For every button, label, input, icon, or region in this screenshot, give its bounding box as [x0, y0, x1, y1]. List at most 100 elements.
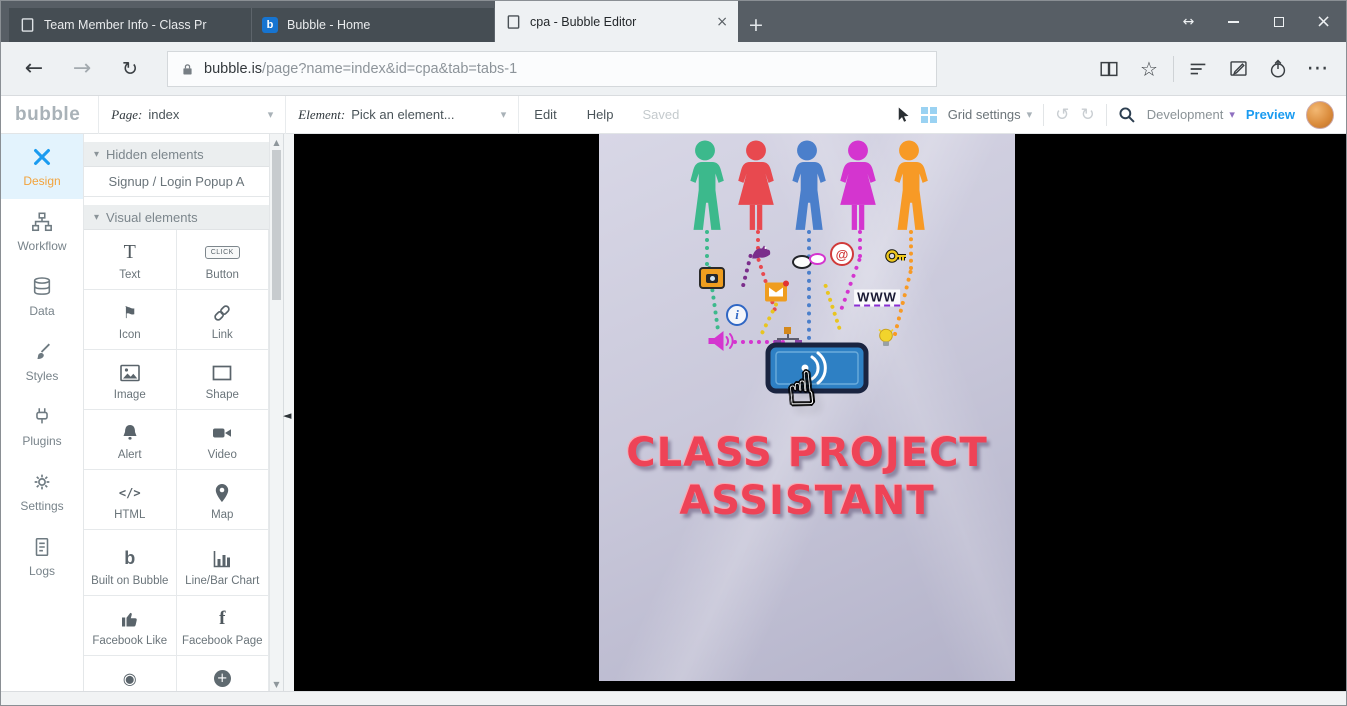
element-tile-facebook-like[interactable]: Facebook Like	[84, 596, 177, 656]
search-icon[interactable]	[1118, 106, 1136, 124]
more-actions-icon[interactable]: ⋯	[1298, 51, 1338, 87]
hub-icon[interactable]	[1178, 51, 1218, 87]
back-button[interactable]: ←	[17, 52, 51, 86]
tab-cpa-bubble-editor[interactable]: cpa - Bubble Editor ×	[495, 1, 738, 42]
poster-title-line2: ASSISTANT	[679, 478, 935, 524]
chevron-down-icon: ▾	[267, 108, 274, 121]
tab-title: Team Member Info - Class Pr	[44, 18, 207, 32]
panel-collapse-handle[interactable]: ◄	[283, 410, 294, 421]
element-tile-map[interactable]: Map	[176, 470, 269, 530]
sidebar-item-design[interactable]: Design	[1, 134, 83, 199]
element-tile-ionic-icon[interactable]: ◉ Ionic Icon	[84, 656, 177, 693]
forward-button[interactable]: →	[65, 52, 99, 86]
ionic-target-icon: ◉	[122, 669, 137, 689]
favorite-star-icon[interactable]: ☆	[1129, 51, 1169, 87]
tab-team-member-info[interactable]: Team Member Info - Class Pr	[9, 8, 252, 42]
sidebar-item-plugins[interactable]: Plugins	[1, 394, 83, 459]
element-tile-html[interactable]: </> HTML	[84, 470, 177, 530]
person-figure-magenta	[835, 140, 881, 232]
bubble-favicon-icon: b	[262, 17, 278, 33]
person-figure-red	[733, 140, 779, 232]
user-avatar[interactable]	[1306, 100, 1334, 129]
sidebar-item-workflow[interactable]: Workflow	[1, 199, 83, 264]
grid-settings-label: Grid settings	[947, 107, 1021, 122]
element-tile-shape[interactable]: Shape	[176, 350, 269, 410]
editor-canvas: ◄ @ WWW i ☝ CLASS PROJECT ASSISTANT	[283, 134, 1346, 693]
chevron-down-icon: ▾	[500, 108, 507, 121]
dotted-line	[705, 230, 709, 266]
help-menu[interactable]: Help	[572, 96, 629, 134]
sidebar-item-logs[interactable]: Logs	[1, 524, 83, 589]
element-tile-built-on-bubble[interactable]: b Built on Bubble	[84, 530, 177, 596]
code-icon: </>	[118, 485, 141, 500]
hidden-element-signup-popup[interactable]: Signup / Login Popup A	[84, 167, 269, 197]
database-icon	[33, 276, 51, 295]
element-tile-line-bar-chart[interactable]: Line/Bar Chart	[176, 530, 269, 596]
refresh-button[interactable]: ↻	[113, 52, 147, 86]
minimize-button[interactable]	[1211, 1, 1256, 42]
chevron-down-icon: ▾	[94, 211, 100, 223]
element-selector[interactable]: Element: Pick an element... ▾	[286, 96, 518, 134]
dotted-line	[740, 253, 753, 288]
key-icon	[885, 245, 909, 267]
page-value: index	[148, 107, 180, 122]
new-tab-button[interactable]: +	[738, 8, 774, 42]
tab-bar: Team Member Info - Class Pr b Bubble - H…	[1, 1, 1346, 42]
environment-dropdown[interactable]: Development ▾	[1147, 107, 1235, 122]
thumbs-up-icon	[120, 607, 140, 631]
redo-icon[interactable]: ↻	[1080, 105, 1094, 125]
sidebar-item-data[interactable]: Data	[1, 264, 83, 329]
lock-icon	[183, 63, 192, 74]
tab-close-icon[interactable]: ×	[706, 14, 728, 30]
element-tile-icon[interactable]: ⚑ Icon	[84, 290, 177, 350]
close-button[interactable]: ×	[1301, 1, 1346, 42]
element-tile-alert[interactable]: Alert	[84, 410, 177, 470]
canvas-image-element[interactable]: @ WWW i ✉	[599, 134, 1015, 681]
reading-view-icon[interactable]	[1089, 51, 1129, 87]
share-icon[interactable]	[1258, 51, 1298, 87]
grid-icon[interactable]	[920, 106, 937, 123]
hidden-elements-header[interactable]: ▾ Hidden elements	[84, 142, 269, 167]
grid-settings-dropdown[interactable]: Grid settings ▾	[948, 107, 1033, 122]
edit-menu[interactable]: Edit	[519, 96, 571, 134]
hidden-elements-label: Hidden elements	[106, 146, 204, 162]
environment-label: Development	[1146, 107, 1224, 122]
page-selector[interactable]: Page: index ▾	[99, 96, 285, 134]
tab-bubble-home[interactable]: b Bubble - Home	[252, 8, 495, 42]
page-stage[interactable]: @ WWW i ✉	[294, 134, 1346, 693]
visual-elements-header[interactable]: ▾ Visual elements	[84, 205, 269, 230]
browser-window: Team Member Info - Class Pr b Bubble - H…	[0, 0, 1347, 706]
scroll-down-icon[interactable]: ▼	[270, 680, 283, 689]
tab-title: Bubble - Home	[287, 18, 371, 32]
chevron-down-icon: ▾	[94, 148, 100, 160]
element-tile-video[interactable]: Video	[176, 410, 269, 470]
paintbrush-icon	[37, 343, 50, 359]
tab-title: cpa - Bubble Editor	[530, 14, 637, 29]
image-icon	[119, 361, 140, 385]
link-icon	[212, 301, 232, 325]
preview-button[interactable]: Preview	[1246, 107, 1295, 122]
cursor-tool-icon[interactable]	[895, 105, 910, 125]
web-note-icon[interactable]	[1218, 51, 1258, 87]
page-favicon-icon	[505, 14, 521, 30]
people-figures	[599, 140, 1015, 232]
sidebar-item-settings[interactable]: Settings	[1, 459, 83, 524]
address-bar[interactable]: bubble.is/page?name=index&id=cpa&tab=tab…	[167, 50, 937, 87]
undo-icon[interactable]: ↺	[1055, 105, 1069, 125]
person-figure-blue	[784, 140, 830, 232]
element-value: Pick an element...	[351, 107, 455, 122]
maximize-button[interactable]	[1256, 1, 1301, 42]
element-tile-link[interactable]: Link	[176, 290, 269, 350]
maximize-icon	[1273, 16, 1284, 27]
sidebar-item-styles[interactable]: Styles	[1, 329, 83, 394]
element-tile-text[interactable]: T Text	[84, 230, 177, 290]
workflow-icon	[32, 212, 52, 231]
element-tile-image[interactable]: Image	[84, 350, 177, 410]
install-plus-icon: +	[213, 670, 231, 688]
tab-layout-icon[interactable]: ↔	[1166, 1, 1211, 42]
scrollbar-thumb[interactable]	[272, 150, 281, 300]
element-tile-install[interactable]: + Install...	[176, 656, 269, 693]
element-tile-facebook-page[interactable]: f Facebook Page	[176, 596, 269, 656]
scroll-up-icon[interactable]: ▲	[270, 138, 283, 147]
element-tile-button[interactable]: CLICK Button	[176, 230, 269, 290]
